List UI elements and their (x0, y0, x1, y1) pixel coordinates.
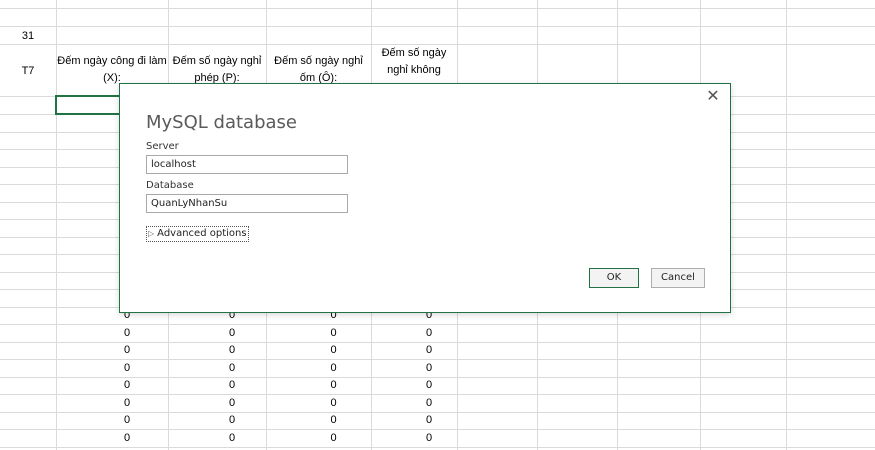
table-cell[interactable]: 0 (296, 362, 371, 374)
table-cell[interactable]: 0 (296, 344, 371, 356)
day-name-cell[interactable]: T7 (0, 65, 56, 77)
table-cell[interactable]: 0 (296, 397, 371, 409)
table-cell[interactable]: 0 (296, 379, 371, 391)
table-cell[interactable]: 0 (296, 432, 371, 444)
column-header[interactable]: Đếm ngày công đi làm (X): (56, 53, 168, 87)
gridline-horizontal (0, 359, 875, 360)
gridline-horizontal (0, 429, 875, 430)
dialog-title: MySQL database (146, 112, 297, 133)
advanced-options-label: Advanced options (157, 228, 247, 239)
advanced-options-toggle[interactable]: ▷ Advanced options (146, 226, 249, 242)
gridline-horizontal (0, 394, 875, 395)
table-cell[interactable]: 0 (401, 397, 457, 409)
table-cell[interactable]: 0 (86, 379, 168, 391)
server-label: Server (146, 141, 179, 152)
table-cell[interactable]: 0 (401, 414, 457, 426)
table-cell[interactable]: 0 (296, 327, 371, 339)
triangle-right-icon: ▷ (148, 229, 155, 238)
gridline-horizontal (0, 324, 875, 325)
gridline-horizontal (0, 8, 875, 9)
gridline-horizontal (0, 447, 875, 448)
close-icon[interactable]: ✕ (704, 88, 722, 106)
database-input[interactable] (146, 194, 348, 213)
column-header[interactable]: Đếm số ngày nghỉ ốm (Ô): (266, 53, 371, 87)
table-cell[interactable]: 0 (86, 414, 168, 426)
gridline-vertical (786, 0, 787, 450)
table-cell[interactable]: 0 (198, 344, 266, 356)
table-cell[interactable]: 0 (86, 397, 168, 409)
table-cell[interactable]: 0 (296, 414, 371, 426)
table-cell[interactable]: 0 (86, 327, 168, 339)
table-cell[interactable]: 0 (401, 327, 457, 339)
mysql-database-dialog: ✕ MySQL database Server Database ▷Advanc… (119, 83, 731, 313)
table-cell[interactable]: 0 (401, 344, 457, 356)
ok-button[interactable]: OK (589, 268, 639, 288)
gridline-horizontal (0, 412, 875, 413)
database-label: Database (146, 180, 194, 191)
table-cell[interactable]: 0 (198, 432, 266, 444)
gridline-horizontal (0, 26, 875, 27)
day-number-cell[interactable]: 31 (0, 30, 56, 42)
table-cell[interactable]: 0 (198, 414, 266, 426)
table-cell[interactable]: 0 (198, 327, 266, 339)
table-cell[interactable]: 0 (86, 432, 168, 444)
column-header[interactable]: Đếm số ngày nghỉ phép (P): (168, 53, 266, 87)
table-cell[interactable]: 0 (86, 344, 168, 356)
table-cell[interactable]: 0 (401, 432, 457, 444)
selected-cell[interactable] (55, 95, 121, 115)
table-cell[interactable]: 0 (401, 379, 457, 391)
gridline-horizontal (0, 377, 875, 378)
table-cell[interactable]: 0 (198, 379, 266, 391)
table-cell[interactable]: 0 (86, 362, 168, 374)
table-cell[interactable]: 0 (401, 362, 457, 374)
table-cell[interactable]: 0 (198, 362, 266, 374)
server-input[interactable] (146, 155, 348, 174)
column-header[interactable]: Đếm số ngày nghỉ không (371, 45, 457, 87)
cancel-button[interactable]: Cancel (651, 268, 705, 288)
table-cell[interactable]: 0 (198, 397, 266, 409)
gridline-horizontal (0, 342, 875, 343)
